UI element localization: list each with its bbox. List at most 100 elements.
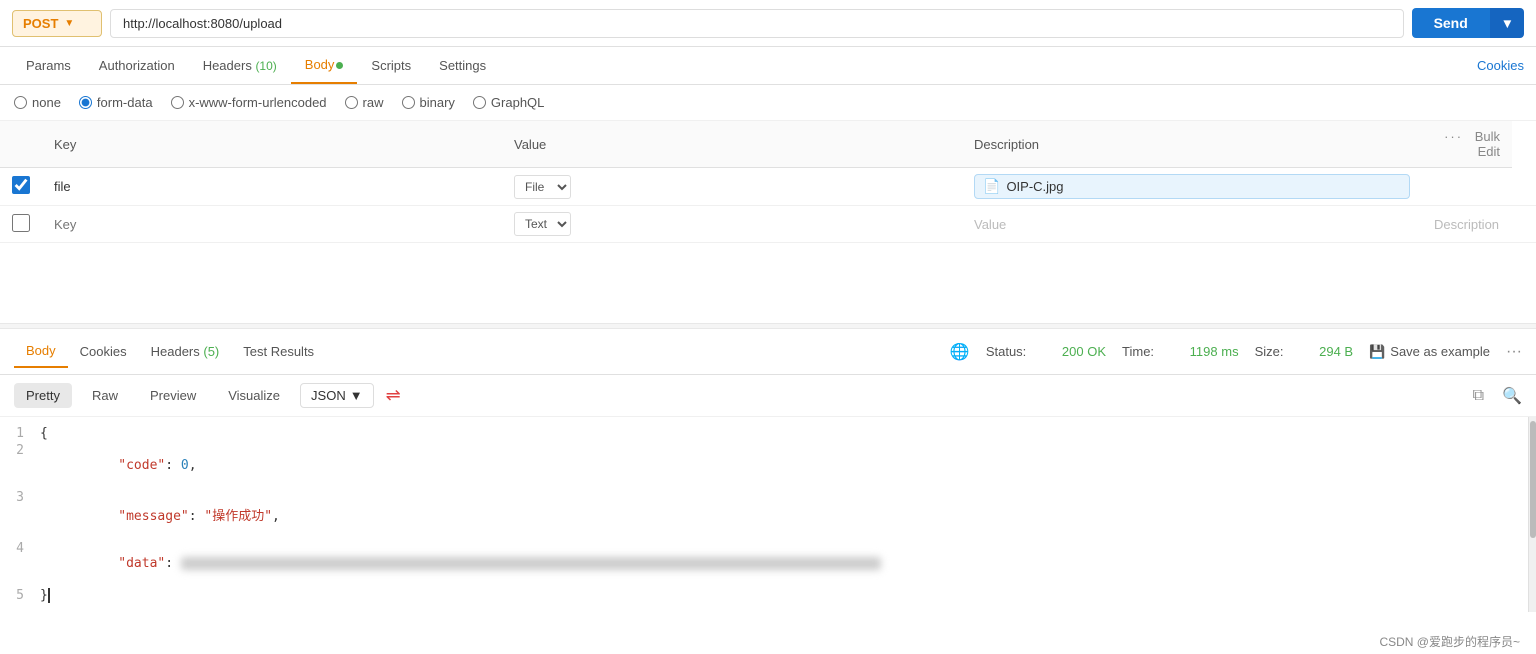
radio-graphql[interactable] (473, 96, 486, 109)
col-key: Key (42, 121, 502, 168)
top-bar: POST ▼ Send ▼ (0, 0, 1536, 47)
json-line-3: 3 "message": "操作成功", (0, 489, 1524, 540)
globe-icon: 🌐 (950, 342, 970, 362)
option-none[interactable]: none (14, 95, 61, 110)
option-graphql[interactable]: GraphQL (473, 95, 544, 110)
wrap-icon[interactable]: ⇌ (386, 385, 401, 406)
scrollbar-thumb (1530, 421, 1536, 538)
option-graphql-label: GraphQL (491, 95, 544, 110)
table-row-empty: Text File Value Description (0, 206, 1536, 243)
bulk-edit-button[interactable]: Bulk Edit (1475, 129, 1500, 159)
url-input[interactable] (110, 9, 1404, 38)
file-icon: 📄 (983, 178, 1000, 195)
empty-row-checkbox[interactable] (12, 214, 30, 232)
type-select[interactable]: File Text (514, 175, 571, 199)
resp-tab-cookies-label: Cookies (80, 344, 127, 359)
row-checkbox[interactable] (12, 176, 30, 194)
json-format-label: JSON (311, 388, 346, 403)
send-button[interactable]: Send (1412, 8, 1490, 38)
line-content-3: "message": "操作成功", (40, 490, 280, 539)
resp-test-results-label: Test Results (243, 344, 314, 359)
line-num-1: 1 (0, 426, 40, 441)
form-data-table: Key Value Description ··· Bulk Edit File… (0, 121, 1536, 243)
option-urlencoded[interactable]: x-www-form-urlencoded (171, 95, 327, 110)
request-tabs-row: Params Authorization Headers (10) Body S… (0, 47, 1536, 85)
empty-value-placeholder[interactable]: Value (974, 217, 1006, 232)
col-value: Value (502, 121, 962, 168)
fmt-tab-visualize[interactable]: Visualize (216, 383, 292, 408)
send-dropdown-button[interactable]: ▼ (1490, 8, 1524, 38)
line-content-5: } (40, 588, 50, 603)
option-binary-label: binary (420, 95, 455, 110)
table-row: File Text 📄 OIP-C.jpg (0, 168, 1536, 206)
json-line-4: 4 "data": (0, 540, 1524, 587)
tab-body[interactable]: Body (291, 47, 358, 84)
resp-tab-cookies[interactable]: Cookies (68, 336, 139, 367)
size-label: Size: (1255, 344, 1284, 359)
time-value: 1198 ms (1190, 344, 1239, 359)
line-num-4: 4 (0, 541, 40, 586)
method-selector[interactable]: POST ▼ (12, 10, 102, 37)
tab-scripts[interactable]: Scripts (357, 48, 425, 83)
json-viewer: 1 { 2 "code": 0, 3 "message": "操作成功", 4 … (0, 417, 1536, 612)
empty-type-select[interactable]: Text File (514, 212, 571, 236)
search-response-icon[interactable]: 🔍 (1502, 386, 1522, 406)
method-chevron-icon: ▼ (64, 18, 74, 29)
fmt-tab-pretty[interactable]: Pretty (14, 383, 72, 408)
resp-headers-label: Headers (151, 344, 204, 359)
copy-icon[interactable]: ⧉ (1473, 387, 1484, 405)
option-binary[interactable]: binary (402, 95, 455, 110)
save-example-button[interactable]: 💾 Save as example (1369, 344, 1490, 360)
save-icon: 💾 (1369, 344, 1385, 360)
size-value: 294 B (1319, 344, 1353, 359)
watermark: CSDN @爱跑步的程序员~ (1363, 629, 1536, 654)
fmt-tab-raw[interactable]: Raw (80, 383, 130, 408)
empty-key-field[interactable] (54, 217, 394, 232)
tab-body-label: Body (305, 57, 335, 72)
response-header: Body Cookies Headers (5) Test Results 🌐 … (0, 329, 1536, 375)
fmt-tab-preview[interactable]: Preview (138, 383, 208, 408)
option-raw-label: raw (363, 95, 384, 110)
option-urlencoded-label: x-www-form-urlencoded (189, 95, 327, 110)
option-form-data[interactable]: form-data (79, 95, 153, 110)
watermark-text: CSDN @爱跑步的程序员~ (1379, 635, 1520, 649)
body-options-row: none form-data x-www-form-urlencoded raw… (0, 85, 1536, 121)
option-none-label: none (32, 95, 61, 110)
more-dots-icon[interactable]: ··· (1444, 129, 1463, 144)
cookies-link[interactable]: Cookies (1477, 58, 1524, 73)
response-more-dots[interactable]: ··· (1506, 343, 1522, 361)
key-field[interactable] (54, 179, 394, 194)
radio-binary[interactable] (402, 96, 415, 109)
time-label: Time: (1122, 344, 1154, 359)
col-actions: ··· Bulk Edit (1422, 121, 1512, 168)
tab-headers[interactable]: Headers (10) (189, 48, 291, 83)
scrollbar[interactable] (1528, 417, 1536, 612)
resp-tab-test-results[interactable]: Test Results (231, 336, 326, 367)
resp-tab-body[interactable]: Body (14, 335, 68, 368)
response-meta: 🌐 Status: 200 OK Time: 1198 ms Size: 294… (950, 342, 1522, 362)
option-raw[interactable]: raw (345, 95, 384, 110)
status-label: Status: (986, 344, 1026, 359)
headers-badge: (10) (255, 59, 276, 73)
radio-form-data[interactable] (79, 96, 92, 109)
line-num-3: 3 (0, 490, 40, 539)
line-content-2: "code": 0, (40, 443, 197, 488)
line-num-2: 2 (0, 443, 40, 488)
json-format-select[interactable]: JSON ▼ (300, 383, 374, 408)
save-example-label: Save as example (1390, 344, 1490, 359)
tab-params[interactable]: Params (12, 48, 85, 83)
empty-desc-placeholder: Description (1434, 217, 1499, 232)
tab-authorization[interactable]: Authorization (85, 48, 189, 83)
line-content-4: "data": (40, 541, 881, 586)
tab-settings[interactable]: Settings (425, 48, 500, 83)
resp-headers-badge: (5) (203, 344, 219, 359)
file-value: 📄 OIP-C.jpg (974, 174, 1410, 199)
resp-tab-headers[interactable]: Headers (5) (139, 336, 232, 367)
radio-raw[interactable] (345, 96, 358, 109)
radio-urlencoded[interactable] (171, 96, 184, 109)
tab-headers-label: Headers (203, 58, 256, 73)
send-btn-group: Send ▼ (1412, 8, 1524, 38)
blurred-data (181, 557, 881, 570)
radio-none[interactable] (14, 96, 27, 109)
method-label: POST (23, 16, 58, 31)
